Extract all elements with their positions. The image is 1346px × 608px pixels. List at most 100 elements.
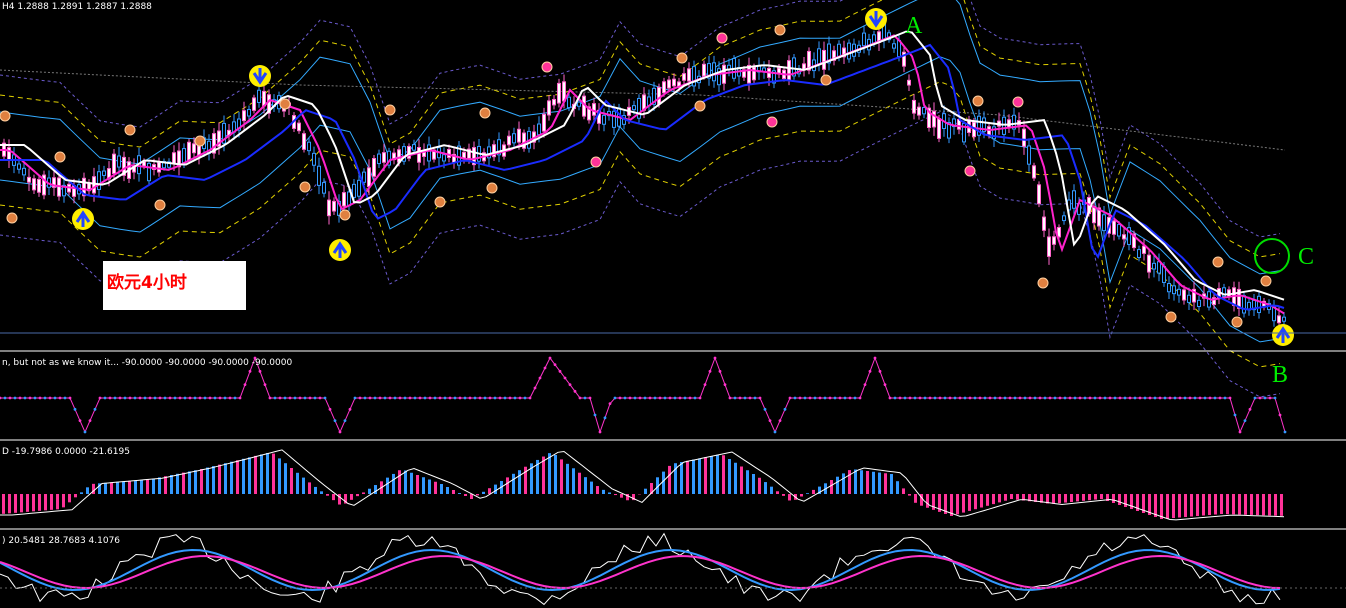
ind1-dot xyxy=(1263,396,1267,400)
fractal-dot xyxy=(774,24,786,36)
macd-bar xyxy=(128,480,131,494)
candle-body xyxy=(367,167,371,188)
candle-body xyxy=(912,99,916,114)
ind1-dot xyxy=(1088,396,1092,400)
ind1-dot xyxy=(658,396,662,400)
macd-bar xyxy=(1010,494,1013,499)
ind1-dot xyxy=(498,396,502,400)
ind1-dot xyxy=(598,430,602,434)
ind1-dot xyxy=(998,396,1002,400)
ind1-dot xyxy=(758,396,762,400)
ind1-dot xyxy=(198,396,202,400)
fractal-dot xyxy=(1231,316,1243,328)
ind1-dot xyxy=(193,396,197,400)
ind1-dot xyxy=(88,419,92,423)
ind1-dot xyxy=(593,413,597,417)
macd-bar xyxy=(1226,494,1229,515)
fractal-dot xyxy=(124,124,136,136)
macd-bar xyxy=(284,463,287,494)
ind1-dot xyxy=(698,396,702,400)
macd-bar xyxy=(974,494,977,510)
ind1-dot xyxy=(148,396,152,400)
candle-body xyxy=(332,200,336,212)
ind1-dot xyxy=(13,396,17,400)
candle-body xyxy=(552,98,556,106)
macd-bar xyxy=(926,494,929,508)
ind1-dot xyxy=(713,356,717,360)
ind1-dot xyxy=(153,396,157,400)
candle-body xyxy=(357,179,361,197)
ind1-dot xyxy=(688,396,692,400)
candle-body xyxy=(322,182,326,194)
ind1-dot xyxy=(73,407,77,411)
ind1-dot xyxy=(543,366,547,370)
ind1-dot xyxy=(288,396,292,400)
ind1-dot xyxy=(378,396,382,400)
ind1-dot xyxy=(1178,396,1182,400)
annotation-text: 欧元4小时 xyxy=(107,273,187,293)
macd-bar xyxy=(1184,494,1187,517)
fractal-dot xyxy=(1037,277,1049,289)
ind1-dot xyxy=(0,396,2,400)
macd-bar xyxy=(770,486,773,494)
macd-bar xyxy=(806,493,809,494)
macd-bar xyxy=(440,484,443,494)
fractal-dot xyxy=(154,199,166,211)
fractal-dot xyxy=(54,151,66,163)
ind1-dot xyxy=(503,396,507,400)
macd-bar xyxy=(326,494,329,496)
annotation-box: 欧元4小时 xyxy=(103,261,246,310)
macd-bar xyxy=(1250,494,1253,515)
ind1-dot xyxy=(343,419,347,423)
ind1-dot xyxy=(883,383,887,387)
macd-bar xyxy=(968,494,971,511)
ind1-dot xyxy=(848,396,852,400)
ind1-dot xyxy=(38,396,42,400)
ind1-dot xyxy=(1118,396,1122,400)
macd-bar xyxy=(254,455,257,494)
macd-bar xyxy=(374,485,377,494)
ind3-header: ) 20.5481 28.7683 4.1076 xyxy=(2,536,120,546)
candle-body xyxy=(257,89,261,103)
ind1-dot xyxy=(273,396,277,400)
macd-bar xyxy=(80,492,83,494)
ind1-dot xyxy=(388,396,392,400)
fractal-dot xyxy=(339,209,351,221)
ind1-dot xyxy=(453,396,457,400)
macd-bar xyxy=(1244,494,1247,515)
macd-bar xyxy=(584,477,587,494)
ind1-dot xyxy=(948,396,952,400)
ind1-dot xyxy=(853,396,857,400)
macd-bar xyxy=(386,477,389,494)
ind1-dot xyxy=(638,396,642,400)
candle-body xyxy=(1117,224,1121,237)
macd-bar xyxy=(488,488,491,494)
macd-bar xyxy=(182,472,185,494)
ind1-dot xyxy=(583,396,587,400)
candle-body xyxy=(1172,285,1176,295)
ind1-dot xyxy=(428,396,432,400)
fractal-dot xyxy=(766,116,778,128)
ind1-dot xyxy=(223,396,227,400)
macd-bar xyxy=(104,482,107,494)
ind1-dot xyxy=(1243,419,1247,423)
candle-body xyxy=(1042,216,1046,231)
macd-bar xyxy=(1214,494,1217,515)
ind1-dot xyxy=(963,396,967,400)
ind1-dot xyxy=(868,369,872,373)
ind1-dot xyxy=(643,396,647,400)
ind1-dot xyxy=(1218,396,1222,400)
ind1-dot xyxy=(108,396,112,400)
candle-body xyxy=(632,105,636,111)
macd-bar xyxy=(296,472,299,494)
macd-bar xyxy=(854,469,857,494)
macd-bar xyxy=(26,494,29,512)
ind1-dot xyxy=(943,396,947,400)
ind1-dot xyxy=(988,396,992,400)
macd-bar xyxy=(20,494,23,513)
ind1-dot xyxy=(1158,396,1162,400)
fractal-dot xyxy=(1012,96,1024,108)
ind1-dot xyxy=(1128,396,1132,400)
candle-body xyxy=(1142,245,1146,254)
macd-bar xyxy=(146,479,149,494)
